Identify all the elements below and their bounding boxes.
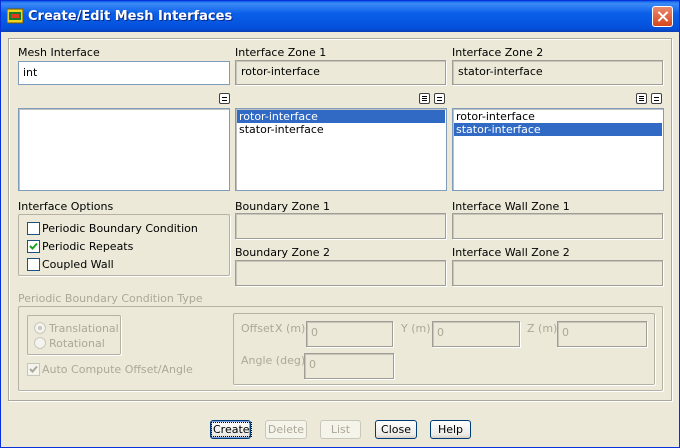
- coupled-wall-checkbox[interactable]: [27, 258, 40, 271]
- offset-y-label: Y (m): [401, 322, 431, 335]
- deselect-icon: [437, 97, 442, 98]
- deselect-all-zone-2-button[interactable]: [651, 93, 662, 104]
- window-close-icon[interactable]: [652, 6, 673, 27]
- interface-zone-2-list[interactable]: rotor-interface stator-interface: [452, 108, 664, 191]
- mesh-interfaces-dialog: Create/Edit Mesh Interfaces Mesh Interfa…: [0, 0, 680, 448]
- interface-wall-zone-2-label: Interface Wall Zone 2: [452, 246, 570, 259]
- list-item[interactable]: stator-interface: [237, 123, 445, 136]
- window-title: Create/Edit Mesh Interfaces: [28, 9, 233, 24]
- create-button[interactable]: Create: [210, 420, 252, 439]
- interface-wall-zone-2-field: [452, 260, 663, 286]
- interface-zone-1-label: Interface Zone 1: [235, 46, 327, 59]
- offset-x-label: X (m): [275, 322, 306, 335]
- interface-zone-1-field: rotor-interface: [235, 60, 446, 85]
- interface-wall-zone-1-field: [452, 213, 663, 239]
- interface-zone-2-field: stator-interface: [452, 60, 663, 85]
- interface-options-label: Interface Options: [18, 200, 114, 213]
- checkmark-icon: [29, 365, 38, 373]
- auto-compute-label[interactable]: Auto Compute Offset/Angle: [42, 363, 193, 376]
- boundary-zone-2-label: Boundary Zone 2: [235, 246, 330, 259]
- help-button[interactable]: Help: [430, 420, 471, 439]
- angle-field[interactable]: 0: [304, 353, 394, 379]
- fluent-app-icon: [7, 8, 23, 24]
- periodic-boundary-condition-checkbox[interactable]: [27, 222, 40, 235]
- list-item[interactable]: rotor-interface: [237, 110, 445, 123]
- select-all-zone-1-button[interactable]: [419, 93, 430, 104]
- periodic-repeats-label[interactable]: Periodic Repeats: [42, 240, 133, 253]
- periodic-boundary-condition-label[interactable]: Periodic Boundary Condition: [42, 222, 198, 235]
- boundary-zone-1-label: Boundary Zone 1: [235, 200, 330, 213]
- boundary-zone-1-field: [235, 213, 446, 239]
- title-bar[interactable]: Create/Edit Mesh Interfaces: [1, 1, 679, 32]
- auto-compute-checkbox[interactable]: [27, 363, 40, 376]
- select-all-icon: [422, 96, 427, 97]
- deselect-all-zone-1-button[interactable]: [434, 93, 445, 104]
- periodic-bc-type-label: Periodic Boundary Condition Type: [18, 292, 203, 305]
- offset-x-field[interactable]: 0: [306, 321, 393, 347]
- translational-radio[interactable]: [34, 322, 46, 334]
- mesh-interface-list[interactable]: [18, 108, 230, 191]
- translational-label[interactable]: Translational: [49, 322, 119, 335]
- deselect-icon: [654, 97, 659, 98]
- offset-label: Offset: [241, 322, 275, 335]
- rotational-radio[interactable]: [34, 337, 46, 349]
- mesh-interface-input[interactable]: int: [18, 61, 230, 85]
- offset-z-field[interactable]: 0: [557, 321, 647, 347]
- list-item[interactable]: stator-interface: [454, 123, 662, 136]
- list-item[interactable]: rotor-interface: [454, 110, 662, 123]
- offset-y-field[interactable]: 0: [432, 321, 520, 347]
- checkmark-icon: [29, 242, 38, 250]
- mesh-interface-label: Mesh Interface: [18, 46, 100, 59]
- angle-label: Angle (deg): [241, 354, 306, 367]
- select-all-zone-2-button[interactable]: [636, 93, 647, 104]
- periodic-repeats-checkbox[interactable]: [27, 240, 40, 253]
- boundary-zone-2-field: [235, 260, 446, 286]
- interface-zone-2-label: Interface Zone 2: [452, 46, 544, 59]
- offset-z-label: Z (m): [527, 322, 558, 335]
- coupled-wall-label[interactable]: Coupled Wall: [42, 258, 114, 271]
- interface-zone-1-list[interactable]: rotor-interface stator-interface: [235, 108, 447, 191]
- close-button[interactable]: Close: [375, 420, 417, 439]
- delete-button[interactable]: Delete: [265, 420, 307, 439]
- rotational-label[interactable]: Rotational: [49, 337, 105, 350]
- deselect-icon: [222, 97, 227, 98]
- interface-wall-zone-1-label: Interface Wall Zone 1: [452, 200, 570, 213]
- select-all-icon: [639, 96, 644, 97]
- list-button[interactable]: List: [320, 420, 361, 439]
- deselect-all-mesh-interfaces-button[interactable]: [219, 93, 230, 104]
